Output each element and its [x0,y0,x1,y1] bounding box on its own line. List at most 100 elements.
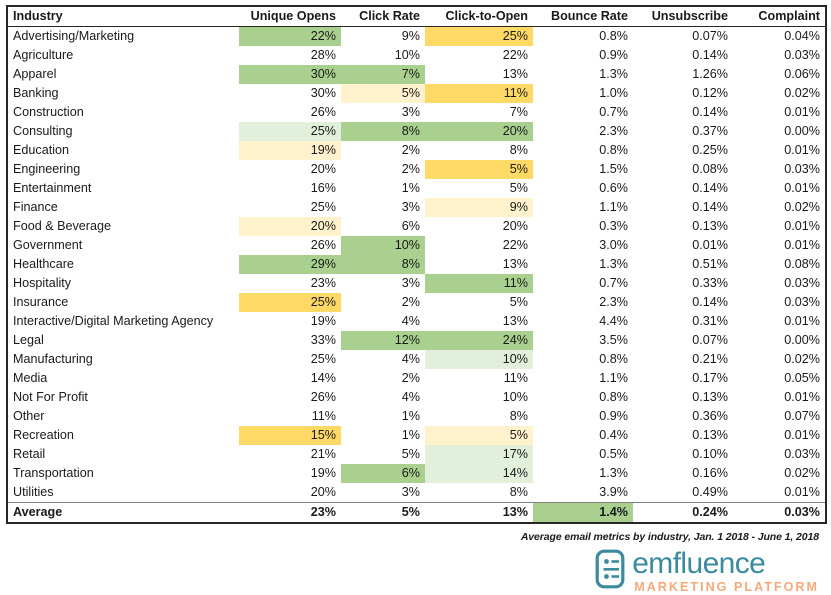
cell-unique-opens: 14% [310,371,336,385]
cell-click-rate: 10% [341,236,425,255]
cell-click-rate: 1% [401,428,420,442]
cell-click-to-open: 17% [425,445,533,464]
column-header-unique-opens[interactable]: Unique Opens [239,6,341,27]
cell-unsubscribe: 0.14% [692,181,728,195]
cell-complaint: 0.03% [784,162,820,176]
cell-complaint: 0.02% [784,352,820,366]
cell-click-to-open: 22% [502,48,528,62]
cell-industry: Healthcare [13,257,74,271]
column-header-click-to-open[interactable]: Click-to-Open [425,6,533,27]
cell-unique-opens: 28% [310,48,336,62]
cell-click-rate: 8% [341,255,425,274]
cell-complaint: 0.02% [784,466,820,480]
cell-complaint: 0.01% [784,238,820,252]
cell-unique-opens: 11% [311,409,336,423]
cell-complaint: 0.05% [784,371,820,385]
emfluence-mark-icon [595,549,625,594]
cell-industry: Consulting [13,124,73,138]
cell-industry: Insurance [13,295,69,309]
column-header-unsubscribe[interactable]: Unsubscribe [633,6,733,27]
cell-bounce-rate: 0.8% [599,352,628,366]
table-row: Other 11% 1% 8% 0.9% 0.36% 0.07% [7,407,826,426]
cell-unique-opens: 20% [310,485,336,499]
cell-bounce-rate: 1.3% [599,257,628,271]
cell-click-to-open: 5% [425,160,533,179]
cell-unique-opens: 26% [310,238,336,252]
cell-industry: Advertising/Marketing [13,29,135,43]
cell-unique-opens: 15% [239,426,341,445]
cell-click-to-open: 8% [509,409,528,423]
cell-industry: Education [13,143,70,157]
cell-industry: Food & Beverage [13,219,112,233]
cell-unique-opens: 25% [239,293,341,312]
cell-click-to-open: 10% [502,390,528,404]
column-header-complaint[interactable]: Complaint [733,6,826,27]
cell-click-rate: 6% [341,464,425,483]
cell-bounce-rate: 1.5% [599,162,628,176]
cell-unsubscribe: 0.10% [692,447,728,461]
chart-caption: Average email metrics by industry, Jan. … [520,531,819,543]
cell-unique-opens: 26% [310,105,336,119]
column-header-click-rate[interactable]: Click Rate [341,6,425,27]
table-footer: Average 23% 5% 13% 1.4% 0.24% 0.03% [7,502,826,523]
cell-bounce-rate: 0.6% [599,181,628,195]
cell-click-to-open: 20% [502,219,528,233]
cell-unsubscribe: 0.07% [692,29,728,43]
cell-complaint: 0.01% [784,390,820,404]
cell-complaint: 0.01% [784,105,820,119]
cell-click-rate: 3% [401,485,420,499]
cell-unsubscribe: 0.33% [692,276,728,290]
table-row: Media 14% 2% 11% 1.1% 0.17% 0.05% [7,369,826,388]
table-body: Advertising/Marketing 22% 9% 25% 0.8% 0.07% 0.… [7,26,826,503]
cell-unsubscribe: 0.14% [692,105,728,119]
cell-complaint: 0.06% [784,67,820,81]
cell-unique-opens: 19% [310,466,336,480]
cell-unique-opens: 19% [310,314,336,328]
cell-industry: Government [13,238,83,252]
cell-click-to-open: 7% [509,105,528,119]
cell-unsubscribe: 0.25% [692,143,728,157]
cell-unique-opens: 19% [239,141,341,160]
table-row: Engineering 20% 2% 5% 1.5% 0.08% 0.03% [7,160,826,179]
cell-click-to-open: 9% [425,198,533,217]
table-row: Retail 21% 5% 17% 0.5% 0.10% 0.03% [7,445,826,464]
cell-click-rate: 2% [401,371,420,385]
table-header: Industry Unique Opens Click Rate Click-to-O… [7,6,826,27]
cell-unsubscribe: 0.07% [692,333,728,347]
cell-unsubscribe: 0.51% [692,257,728,271]
cell-click-to-open: 5% [509,181,528,195]
cell-unique-opens: 20% [239,217,341,236]
report-page: Industry Unique Opens Click Rate Click-to-O… [0,0,831,595]
cell-click-to-open: 13% [502,257,528,271]
cell-bounce-rate: 1.3% [599,466,628,480]
cell-unique-opens: 22% [239,26,341,46]
cell-click-to-open: 20% [425,122,533,141]
cell-complaint: 0.02% [784,86,820,100]
column-header-industry[interactable]: Industry [7,6,239,27]
cell-industry: Recreation [13,428,74,442]
cell-unsubscribe: 0.49% [692,485,728,499]
cell-bounce-rate: 0.4% [599,428,628,442]
cell-unsubscribe: 0.01% [692,238,728,252]
cell-unique-opens: 26% [310,390,336,404]
cell-click-rate: 5% [341,84,425,103]
cell-click-rate: 2% [401,295,420,309]
cell-unique-opens: 30% [239,65,341,84]
table-row: Insurance 25% 2% 5% 2.3% 0.14% 0.03% [7,293,826,312]
table-row: Entertainment 16% 1% 5% 0.6% 0.14% 0.01% [7,179,826,198]
column-header-bounce-rate[interactable]: Bounce Rate [533,6,633,27]
cell-bounce-rate: 0.9% [599,409,628,423]
cell-click-rate: 1% [401,181,420,195]
table-row: Food & Beverage 20% 6% 20% 0.3% 0.13% 0.01% [7,217,826,236]
cell-industry: Engineering [13,162,81,176]
cell-bounce-rate: 0.5% [599,447,628,461]
cell-complaint: 0.00% [784,124,820,138]
cell-unique-opens: 23% [239,502,341,523]
cell-bounce-rate: 3.5% [599,333,628,347]
cell-click-to-open: 13% [425,502,533,523]
average-row: Average 23% 5% 13% 1.4% 0.24% 0.03% [7,502,826,523]
cell-click-to-open: 24% [425,331,533,350]
cell-unsubscribe: 0.24% [633,502,733,523]
cell-complaint: 0.03% [784,447,820,461]
cell-unique-opens: 29% [239,255,341,274]
